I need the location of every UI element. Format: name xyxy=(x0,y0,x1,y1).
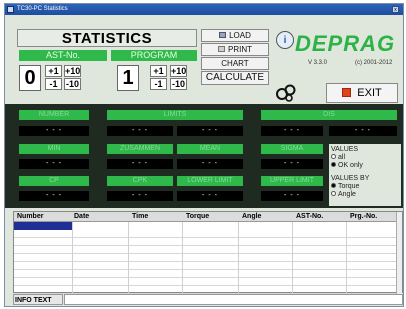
stat-label-mean: MEAN xyxy=(177,144,243,154)
load-icon xyxy=(219,32,227,38)
print-button[interactable]: PRINT xyxy=(201,43,269,56)
stat-value-limit-low: - - - xyxy=(107,126,173,136)
stat-value-cp: - - - xyxy=(19,191,89,201)
control-panel: STATISTICS AST-No. 0 +1 +10 -1 -10 PROGR… xyxy=(5,15,403,103)
stat-value-number: - - - xyxy=(19,126,89,136)
info-text-label: INFO TEXT xyxy=(13,294,63,305)
values-options: VALUES all OK only VALUES BY Torque Angl… xyxy=(329,144,401,206)
radio-on-icon xyxy=(331,183,336,188)
values-by-torque-radio[interactable]: Torque xyxy=(329,183,401,191)
values-all-label: all xyxy=(338,154,346,161)
table-scrollbar[interactable] xyxy=(396,212,402,294)
program-value[interactable]: 1 xyxy=(117,65,139,91)
selected-row[interactable] xyxy=(14,222,72,230)
info-bar: INFO TEXT xyxy=(13,294,403,305)
column-divider xyxy=(346,222,347,294)
results-table[interactable]: Number Date Time Torque Angle AST-No. Pr… xyxy=(13,211,403,294)
statistics-window: TC30-PC Statistics x STATISTICS AST-No. … xyxy=(4,3,404,307)
stat-label-sigma: SIGMA xyxy=(261,144,323,154)
values-by-angle-label: Angle xyxy=(338,191,356,198)
values-by-torque-label: Torque xyxy=(338,183,360,190)
values-title: VALUES xyxy=(331,146,359,153)
ast-minus1-button[interactable]: -1 xyxy=(45,78,62,90)
stat-label-upper-limit: UPPER LIMIT xyxy=(261,176,323,186)
radio-off-icon xyxy=(331,191,336,196)
stat-label-zusammen: ZUSAMMEN xyxy=(107,144,173,154)
program-plus1-button[interactable]: +1 xyxy=(150,65,167,77)
ast-label: AST-No. xyxy=(19,50,107,61)
exit-button[interactable]: EXIT xyxy=(326,83,398,103)
print-icon xyxy=(218,46,225,52)
ast-value[interactable]: 0 xyxy=(19,65,41,91)
calculate-button[interactable]: CALCULATE xyxy=(201,71,269,85)
ast-plus1-button[interactable]: +1 xyxy=(45,65,62,77)
values-by-angle-radio[interactable]: Angle xyxy=(329,191,401,199)
exit-icon xyxy=(342,88,352,97)
stat-label-lower-limit: LOWER LIMIT xyxy=(177,176,243,186)
stat-label-cpk: CPK xyxy=(107,176,173,186)
info-icon[interactable]: i xyxy=(276,31,294,49)
col-number[interactable]: Number xyxy=(17,212,43,222)
copyright-text: (c) 2001-2012 xyxy=(355,60,393,66)
stat-value-min: - - - xyxy=(19,159,89,169)
ast-plus10-button[interactable]: +10 xyxy=(64,65,81,77)
values-ok-radio[interactable]: OK only xyxy=(329,162,401,170)
col-angle[interactable]: Angle xyxy=(242,212,261,222)
version-text: V 3.3.0 xyxy=(308,60,328,66)
values-by-title: VALUES BY xyxy=(331,175,370,182)
stat-label-dis: DIS xyxy=(261,110,397,120)
col-torque[interactable]: Torque xyxy=(186,212,209,222)
load-label: LOAD xyxy=(229,31,251,40)
tools-icon[interactable] xyxy=(275,81,297,103)
program-plus10-button[interactable]: +10 xyxy=(170,65,187,77)
radio-off-icon xyxy=(331,154,336,159)
program-label: PROGRAM xyxy=(111,50,197,61)
column-divider xyxy=(238,222,239,294)
col-ast-no[interactable]: AST-No. xyxy=(296,212,323,222)
stat-value-lower-limit: - - - xyxy=(177,191,243,201)
app-icon xyxy=(7,6,14,13)
exit-label: EXIT xyxy=(357,87,382,99)
stat-value-upper-limit: - - - xyxy=(261,191,323,201)
stat-value-limit-high: - - - xyxy=(177,126,243,136)
table-header: Number Date Time Torque Angle AST-No. Pr… xyxy=(14,212,398,222)
radio-on-icon xyxy=(331,162,336,167)
values-all-radio[interactable]: all xyxy=(329,154,401,162)
stat-label-min: MIN xyxy=(19,144,89,154)
ast-minus10-button[interactable]: -10 xyxy=(64,78,81,90)
stat-value-sigma: - - - xyxy=(261,159,323,169)
values-ok-label: OK only xyxy=(338,162,363,169)
program-minus1-button[interactable]: -1 xyxy=(150,78,167,90)
col-date[interactable]: Date xyxy=(74,212,89,222)
col-time[interactable]: Time xyxy=(132,212,148,222)
column-divider xyxy=(128,222,129,294)
stat-value-cpk: - - - xyxy=(107,191,173,201)
stat-label-number: NUMBER xyxy=(19,110,89,120)
stat-value-dis-2: - - - xyxy=(329,126,397,136)
column-divider xyxy=(72,222,73,294)
page-title: STATISTICS xyxy=(17,29,197,47)
load-button[interactable]: LOAD xyxy=(201,29,269,42)
close-button[interactable]: x xyxy=(392,6,399,13)
window-title: TC30-PC Statistics xyxy=(17,6,68,12)
print-label: PRINT xyxy=(228,45,252,54)
stat-label-limits: LIMITS xyxy=(107,110,243,120)
title-bar: TC30-PC Statistics x xyxy=(5,4,403,15)
col-prg-no[interactable]: Prg.-No. xyxy=(350,212,377,222)
program-minus10-button[interactable]: -10 xyxy=(170,78,187,90)
stat-value-zusammen: - - - xyxy=(107,159,173,169)
info-text-field[interactable] xyxy=(64,294,403,305)
stat-label-cp: CP xyxy=(19,176,89,186)
brand-logo: DEPRAG xyxy=(295,31,396,56)
column-divider xyxy=(182,222,183,294)
column-divider xyxy=(292,222,293,294)
chart-button[interactable]: CHART xyxy=(201,57,269,70)
stat-value-dis-1: - - - xyxy=(261,126,323,136)
stat-value-mean: - - - xyxy=(177,159,243,169)
